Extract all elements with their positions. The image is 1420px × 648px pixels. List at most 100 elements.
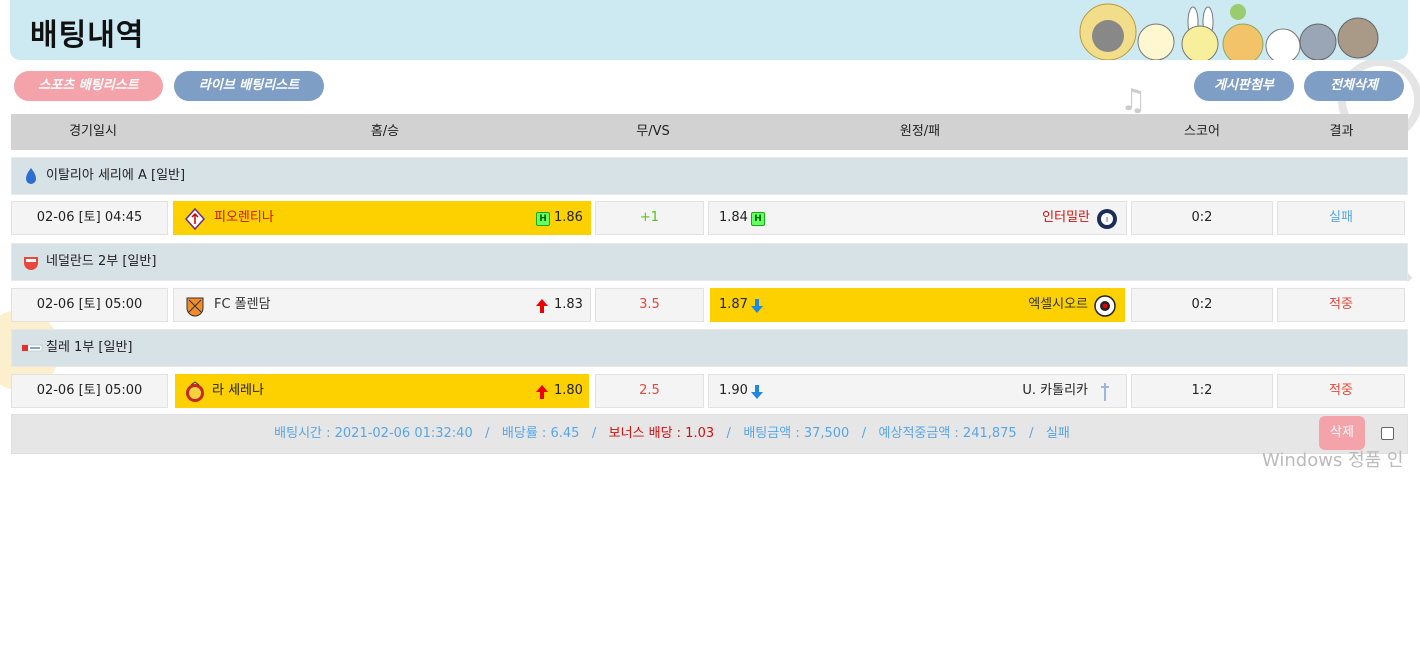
serie-a-icon	[26, 168, 36, 184]
away-odds-button[interactable]: 1.84 H 인터밀란 I	[708, 201, 1127, 235]
tab-sports-betting-list[interactable]: 스포츠 배팅리스트	[14, 71, 163, 101]
board-attach-label: 게시판첨부	[1214, 78, 1274, 93]
page-header: 배팅내역	[10, 0, 1408, 60]
summary-text: 배팅시간 : 2021-02-06 01:32:40 / 배당률 : 6.45 …	[12, 415, 1332, 453]
delete-all-button[interactable]: 전체삭제	[1304, 71, 1404, 101]
score-value: 0:2	[1191, 210, 1213, 225]
summary-separator: /	[485, 426, 490, 441]
expected-win-amount: 예상적중금액 : 241,875	[878, 426, 1017, 441]
col-score: 스코어	[1184, 124, 1220, 139]
summary-separator: /	[1029, 426, 1034, 441]
delete-label: 삭제	[1330, 425, 1354, 440]
inter-milan-logo-icon: I	[1097, 209, 1117, 229]
match-date-text: 02-06 [토] 05:00	[36, 383, 143, 398]
col-home: 홈/승	[370, 124, 400, 139]
col-result: 결과	[1329, 124, 1354, 139]
summary-separator: /	[726, 426, 731, 441]
arrow-down-icon	[751, 385, 763, 399]
home-team-name: 라 세레나	[212, 383, 264, 398]
bet-amount: 배팅금액 : 37,500	[743, 426, 850, 441]
match-date: 02-06 [토] 05:00	[11, 288, 168, 322]
home-team-name: 피오렌티나	[214, 210, 274, 225]
tab-live-betting-list[interactable]: 라이브 배팅리스트	[174, 71, 324, 101]
tab-sports-label: 스포츠 배팅리스트	[38, 78, 139, 93]
away-odds-button[interactable]: 1.90 U. 카톨리카	[708, 374, 1127, 408]
windows-activation-watermark: Windows 정품 인	[1262, 450, 1404, 471]
draw-value: +1	[639, 210, 660, 225]
delete-button[interactable]: 삭제	[1319, 416, 1365, 450]
score: 1:2	[1131, 374, 1273, 408]
result-status: 적중	[1277, 374, 1405, 408]
league-name: 칠레 1부 [일반]	[46, 340, 133, 355]
arrow-down-icon	[751, 299, 763, 313]
fiorentina-logo-icon	[184, 208, 206, 230]
chile-primera-icon	[21, 344, 43, 352]
score-value: 0:2	[1191, 297, 1213, 312]
result-value: 실패	[1329, 210, 1353, 225]
col-date: 경기일시	[69, 124, 117, 139]
bet-odds: 배당률 : 6.45	[501, 426, 580, 441]
delete-all-label: 전체삭제	[1330, 78, 1378, 93]
bet-summary: 배팅시간 : 2021-02-06 01:32:40 / 배당률 : 6.45 …	[11, 414, 1408, 454]
league-header: 네덜란드 2부 [일반]	[11, 243, 1408, 281]
away-team-name: 엑셀시오르	[1028, 297, 1088, 312]
away-odds-button[interactable]: 1.87 엑셀시오르	[710, 288, 1125, 322]
home-odds: 1.80	[554, 383, 583, 398]
home-odds-button[interactable]: 피오렌티나 H 1.86	[173, 201, 591, 235]
draw-value: 3.5	[639, 297, 660, 312]
bet-time: 배팅시간 : 2021-02-06 01:32:40	[274, 426, 473, 441]
board-attach-button[interactable]: 게시판첨부	[1194, 71, 1294, 101]
tab-live-label: 라이브 배팅리스트	[198, 78, 300, 93]
match-date-text: 02-06 [토] 04:45	[36, 210, 143, 225]
svg-text:I: I	[1106, 216, 1108, 224]
arrow-up-icon	[536, 299, 548, 313]
away-odds: 1.90	[719, 383, 748, 398]
bonus-odds: 보너스 배당 : 1.03	[608, 426, 715, 441]
league-header: 이탈리아 세리에 A [일반]	[11, 157, 1408, 195]
svg-text:♫: ♫	[1120, 83, 1147, 118]
arrow-up-icon	[536, 385, 548, 399]
result-value: 적중	[1329, 383, 1353, 398]
away-odds: 1.84	[719, 210, 748, 225]
fc-volendam-logo-icon	[186, 297, 204, 317]
handicap-badge-icon: H	[751, 212, 765, 226]
home-odds-button[interactable]: FC 폴렌담 1.83	[173, 288, 591, 322]
summary-separator: /	[861, 426, 867, 441]
away-team-name: U. 카톨리카	[1022, 383, 1088, 398]
home-odds: 1.83	[554, 297, 583, 312]
home-odds-button[interactable]: 라 세레나 1.80	[175, 374, 589, 408]
home-odds: 1.86	[554, 210, 583, 225]
table-header: 경기일시 홈/승 무/VS 원정/패 스코어 결과	[11, 114, 1408, 150]
league-header: 칠레 1부 [일반]	[11, 329, 1408, 367]
score: 0:2	[1131, 201, 1273, 235]
universidad-catolica-logo-icon	[1101, 383, 1109, 401]
match-date: 02-06 [토] 05:00	[11, 374, 168, 408]
score-value: 1:2	[1191, 383, 1213, 398]
league-name: 이탈리아 세리에 A [일반]	[46, 168, 186, 183]
draw-handicap[interactable]: +1	[595, 201, 704, 235]
away-team-name: 인터밀란	[1042, 210, 1090, 225]
col-draw: 무/VS	[636, 124, 670, 139]
home-team-name: FC 폴렌담	[214, 297, 271, 312]
match-date-text: 02-06 [토] 05:00	[36, 297, 143, 312]
select-checkbox[interactable]	[1381, 427, 1394, 440]
handicap-badge-icon: H	[536, 212, 550, 226]
draw-handicap[interactable]: 2.5	[595, 374, 704, 408]
summary-separator: /	[591, 426, 597, 441]
away-odds: 1.87	[719, 297, 748, 312]
result-status: 실패	[1277, 201, 1405, 235]
eerste-divisie-icon	[24, 257, 38, 270]
result-status: 적중	[1277, 288, 1405, 322]
draw-handicap[interactable]: 3.5	[595, 288, 704, 322]
bet-status: 실패	[1045, 426, 1070, 441]
match-date: 02-06 [토] 04:45	[11, 201, 168, 235]
draw-value: 2.5	[639, 383, 660, 398]
la-serena-logo-icon	[186, 381, 204, 402]
league-name: 네덜란드 2부 [일반]	[46, 254, 157, 269]
result-value: 적중	[1329, 297, 1353, 312]
col-away: 원정/패	[899, 124, 941, 139]
excelsior-logo-icon	[1094, 295, 1116, 317]
page-title: 배팅내역	[30, 18, 145, 53]
kakao-friends-illustration	[1079, 3, 1379, 60]
score: 0:2	[1131, 288, 1273, 322]
